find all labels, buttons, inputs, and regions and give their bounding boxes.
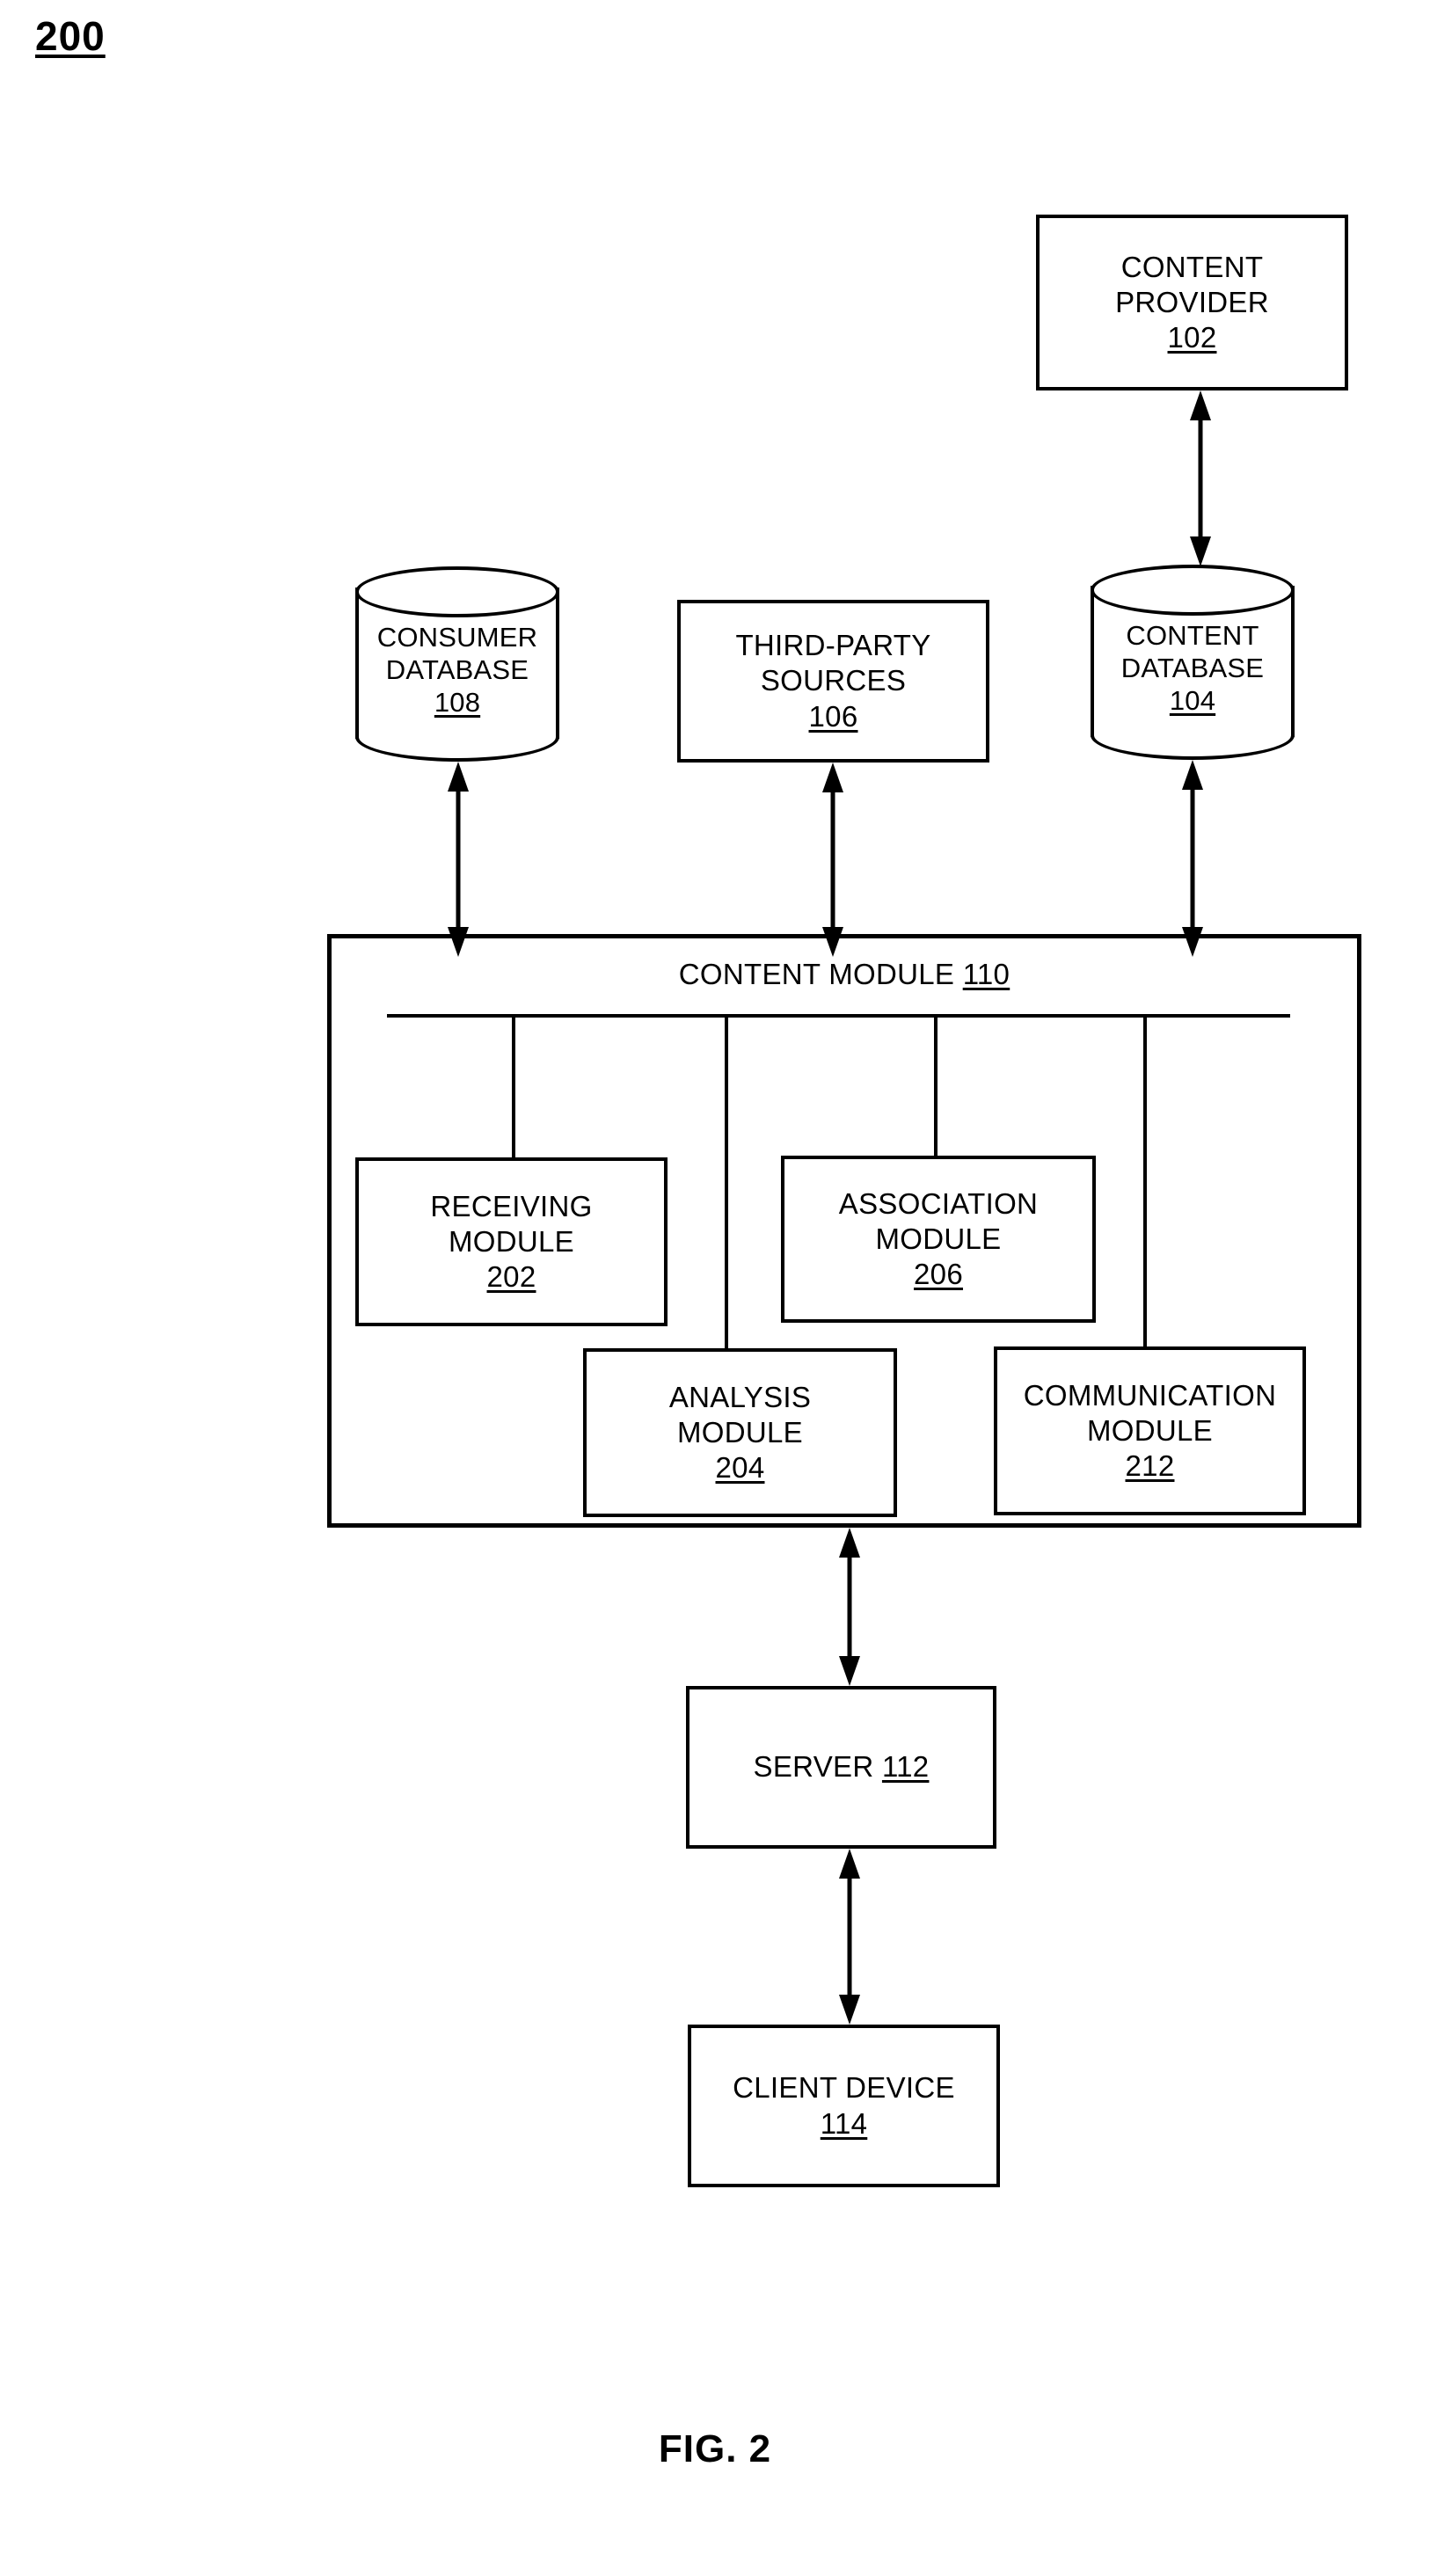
bus-drop-association-module bbox=[934, 1014, 938, 1157]
server-title-text: SERVER bbox=[753, 1750, 874, 1784]
client-device-ref: 114 bbox=[820, 2106, 868, 2140]
third-party-sources-ref: 106 bbox=[808, 699, 858, 733]
node-content-database[interactable]: CONTENT DATABASE 104 bbox=[1091, 565, 1295, 760]
content-database-top-ellipse bbox=[1091, 565, 1295, 616]
content-module-title-text: CONTENT MODULE bbox=[678, 958, 955, 990]
node-communication-module[interactable]: COMMUNICATION MODULE 212 bbox=[994, 1346, 1306, 1515]
consumer-database-line-1: CONSUMER bbox=[376, 622, 538, 653]
bus-drop-communication-module bbox=[1143, 1014, 1147, 1348]
analysis-module-line-2: MODULE bbox=[677, 1415, 803, 1449]
content-provider-line-2: PROVIDER bbox=[1115, 285, 1269, 318]
node-receiving-module[interactable]: RECEIVING MODULE 202 bbox=[355, 1157, 668, 1326]
connector-server-client-device bbox=[839, 1849, 860, 2025]
communication-module-line-2: MODULE bbox=[1087, 1413, 1213, 1447]
connector-content-database-content-module bbox=[1182, 760, 1203, 957]
receiving-module-line-1: RECEIVING bbox=[430, 1189, 593, 1222]
third-party-sources-line-2: SOURCES bbox=[760, 664, 907, 697]
node-client-device[interactable]: CLIENT DEVICE 114 bbox=[688, 2025, 1000, 2187]
association-module-ref: 206 bbox=[914, 1258, 963, 1291]
content-provider-ref: 102 bbox=[1167, 321, 1217, 354]
node-server[interactable]: SERVER 112 bbox=[686, 1686, 996, 1849]
content-module-bus-line bbox=[387, 1014, 1290, 1018]
figure-number: 200 bbox=[35, 13, 106, 59]
connector-content-module-server bbox=[839, 1528, 860, 1686]
analysis-module-line-1: ANALYSIS bbox=[668, 1380, 812, 1413]
association-module-line-2: MODULE bbox=[875, 1222, 1002, 1255]
content-provider-line-1: CONTENT bbox=[1120, 250, 1264, 283]
content-module-ref: 110 bbox=[962, 958, 1010, 990]
node-association-module[interactable]: ASSOCIATION MODULE 206 bbox=[781, 1156, 1096, 1323]
communication-module-ref: 212 bbox=[1125, 1449, 1175, 1483]
consumer-database-line-2: DATABASE bbox=[385, 654, 529, 686]
node-third-party-sources[interactable]: THIRD-PARTY SOURCES 106 bbox=[677, 600, 989, 763]
receiving-module-ref: 202 bbox=[486, 1260, 536, 1294]
content-database-label: CONTENT DATABASE 104 bbox=[1091, 619, 1295, 718]
content-database-ref: 104 bbox=[1169, 685, 1216, 717]
bus-drop-receiving-module bbox=[512, 1014, 515, 1159]
association-module-line-1: ASSOCIATION bbox=[838, 1186, 1039, 1220]
connector-content-provider-content-database bbox=[1190, 390, 1211, 566]
content-database-line-1: CONTENT bbox=[1126, 620, 1259, 651]
consumer-database-top-ellipse bbox=[355, 566, 559, 617]
connector-consumer-database-content-module bbox=[448, 762, 469, 957]
server-ref: 112 bbox=[881, 1750, 930, 1784]
communication-module-line-1: COMMUNICATION bbox=[1023, 1378, 1277, 1412]
analysis-module-ref: 204 bbox=[715, 1451, 765, 1485]
bus-drop-analysis-module bbox=[725, 1014, 728, 1350]
node-analysis-module[interactable]: ANALYSIS MODULE 204 bbox=[583, 1348, 897, 1517]
node-content-provider[interactable]: CONTENT PROVIDER 102 bbox=[1036, 215, 1348, 390]
figure-canvas: 200 CONTENT PROVIDER 102 CONSUMER DATABA… bbox=[0, 0, 1430, 2576]
server-label: SERVER 112 bbox=[754, 1749, 930, 1784]
figure-caption: FIG. 2 bbox=[658, 2427, 772, 2470]
receiving-module-line-2: MODULE bbox=[449, 1224, 574, 1258]
connector-third-party-sources-content-module bbox=[822, 763, 843, 957]
node-consumer-database[interactable]: CONSUMER DATABASE 108 bbox=[355, 566, 559, 762]
client-device-line-1: CLIENT DEVICE bbox=[733, 2071, 955, 2105]
third-party-sources-line-1: THIRD-PARTY bbox=[735, 629, 931, 662]
consumer-database-label: CONSUMER DATABASE 108 bbox=[355, 621, 559, 719]
consumer-database-ref: 108 bbox=[434, 687, 481, 719]
content-module-title: CONTENT MODULE 110 bbox=[332, 958, 1357, 991]
content-database-line-2: DATABASE bbox=[1120, 653, 1265, 684]
